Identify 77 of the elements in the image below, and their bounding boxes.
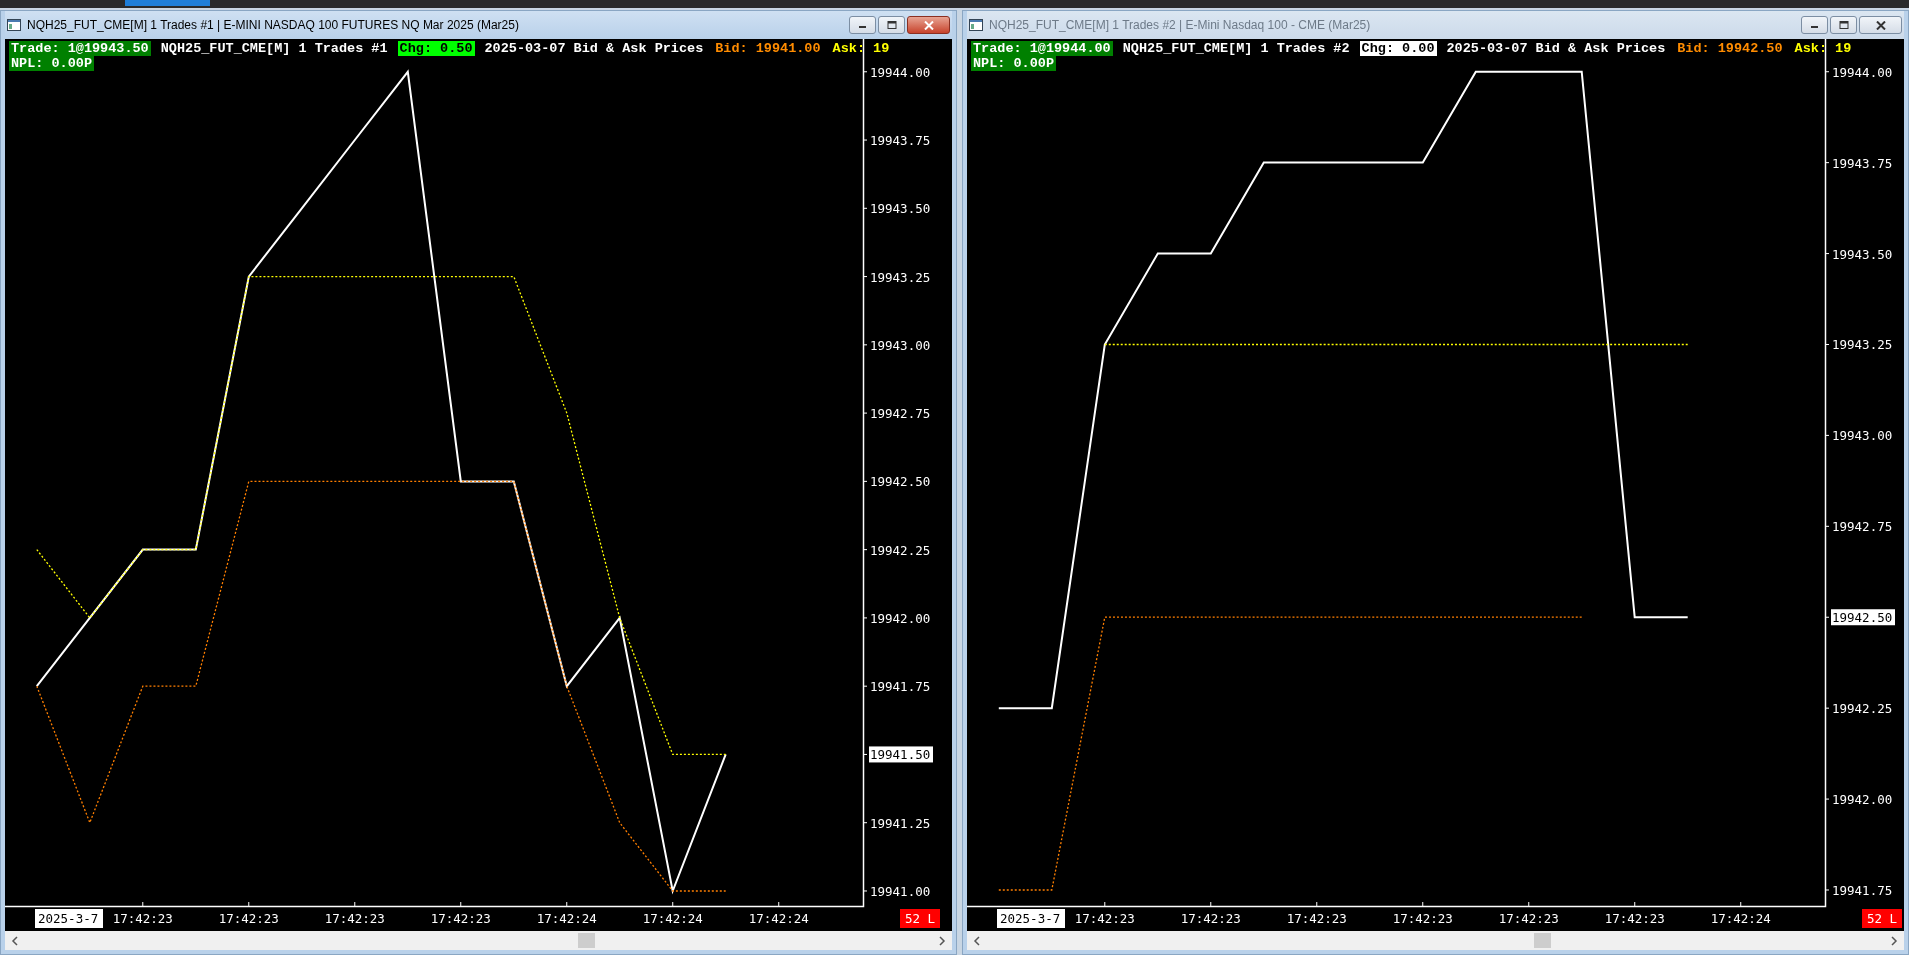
axis-label: 19943.25	[870, 269, 931, 285]
axis-label: 17:42:24	[1710, 911, 1771, 926]
axis-label: 19943.75	[870, 133, 931, 149]
axis-label: 17:42:23	[1286, 911, 1347, 926]
status-badge: 52 L	[1862, 909, 1902, 928]
axis-label: 19943.25	[1832, 337, 1893, 353]
bid-price: Bid: 19941.00	[714, 41, 822, 56]
npl-value: NPL: 0.00P	[971, 56, 1056, 71]
scroll-left-icon[interactable]	[973, 935, 981, 946]
scroll-right-icon[interactable]	[938, 935, 946, 946]
trade-info: Trade: 1@19943.50	[9, 41, 151, 56]
date-label: 2025-3-7	[997, 909, 1065, 928]
maximize-button[interactable]	[1830, 16, 1857, 34]
axis-label: 19944.00	[1832, 64, 1893, 80]
axis-label: 19942.25	[870, 542, 931, 558]
axis-label: 19943.75	[1832, 155, 1893, 171]
axis-label: 17:42:23	[1074, 911, 1135, 926]
axis-label: 19942.75	[1832, 519, 1893, 535]
symbol-info: NQH25_FUT_CME[M] 1 Trades #2	[1121, 41, 1351, 56]
axis-label: 19941.75	[1832, 883, 1893, 898]
axis-label: 19942.25	[1832, 701, 1893, 717]
axis-label: 19943.00	[1832, 428, 1893, 444]
scroll-left-icon[interactable]	[11, 935, 19, 946]
axis-label: 19943.50	[870, 201, 931, 217]
axis-label: 19944.00	[870, 64, 931, 80]
close-button[interactable]	[907, 16, 950, 34]
npl-value: NPL: 0.00P	[9, 56, 94, 71]
scroll-thumb[interactable]	[578, 933, 596, 948]
ask-price: Ask: 19	[831, 41, 891, 56]
axis-label: 17:42:24	[536, 911, 597, 926]
axis-label: 17:42:23	[218, 911, 279, 926]
axis-label: 17:42:23	[430, 911, 491, 926]
axis-label: 17:42:23	[1604, 911, 1665, 926]
axis-label: 17:42:24	[642, 911, 703, 926]
close-icon	[923, 20, 934, 30]
scroll-right-icon[interactable]	[1890, 935, 1898, 946]
change-value: Chg: 0.00	[1359, 41, 1437, 56]
maximize-icon	[886, 21, 897, 29]
axis-label: 17:42:23	[1392, 911, 1453, 926]
last-price-marker: 19942.50	[1831, 609, 1895, 626]
axis-label: 17:42:23	[1180, 911, 1241, 926]
scroll-thumb[interactable]	[1534, 933, 1552, 948]
maximize-icon	[1838, 21, 1849, 29]
axis-label: 19942.75	[870, 406, 931, 422]
change-value: Chg: 0.50	[397, 41, 475, 56]
axis-label: 17:42:23	[324, 911, 385, 926]
bid-price: Bid: 19942.50	[1676, 41, 1784, 56]
axis-label: 19943.00	[870, 337, 931, 353]
axis-label: 17:42:24	[748, 911, 809, 926]
status-badge: 52 L	[900, 909, 940, 928]
date-label: 2025-3-7	[35, 909, 103, 928]
close-icon	[1875, 20, 1886, 30]
window-icon	[969, 19, 983, 31]
ask-price: Ask: 19	[1793, 41, 1853, 56]
chart-caption: 2025-03-07 Bid & Ask Prices	[483, 41, 705, 56]
window-icon	[7, 19, 21, 31]
horizontal-scrollbar[interactable]	[5, 931, 952, 950]
axis-label: 19942.00	[870, 610, 931, 626]
axis-label: 19941.00	[870, 884, 931, 899]
close-button[interactable]	[1859, 16, 1902, 34]
axis-label: 19942.00	[1832, 792, 1893, 808]
horizontal-scrollbar[interactable]	[967, 931, 1904, 950]
window-title: NQH25_FUT_CME[M] 1 Trades #1 | E-MINI NASDAQ 100 FUTURES NQ Mar 2025 (Mar25)	[27, 18, 519, 32]
symbol-info: NQH25_FUT_CME[M] 1 Trades #1	[159, 41, 389, 56]
axis-label: 19941.25	[870, 815, 931, 831]
axis-label: 19942.50	[870, 474, 931, 490]
chart-caption: 2025-03-07 Bid & Ask Prices	[1445, 41, 1667, 56]
axis-label: 17:42:23	[1498, 911, 1559, 926]
axis-label: 19941.75	[870, 679, 931, 695]
last-price-marker: 19941.50	[869, 746, 933, 763]
maximize-button[interactable]	[878, 16, 905, 34]
minimize-button[interactable]	[1801, 16, 1828, 34]
axis-label: 17:42:23	[112, 911, 173, 926]
trade-info: Trade: 1@19944.00	[971, 41, 1113, 56]
minimize-button[interactable]	[849, 16, 876, 34]
axis-label: 19943.50	[1832, 246, 1893, 262]
window-title: NQH25_FUT_CME[M] 1 Trades #2 | E-Mini Nasdaq 100 - CME (Mar25)	[989, 18, 1371, 32]
